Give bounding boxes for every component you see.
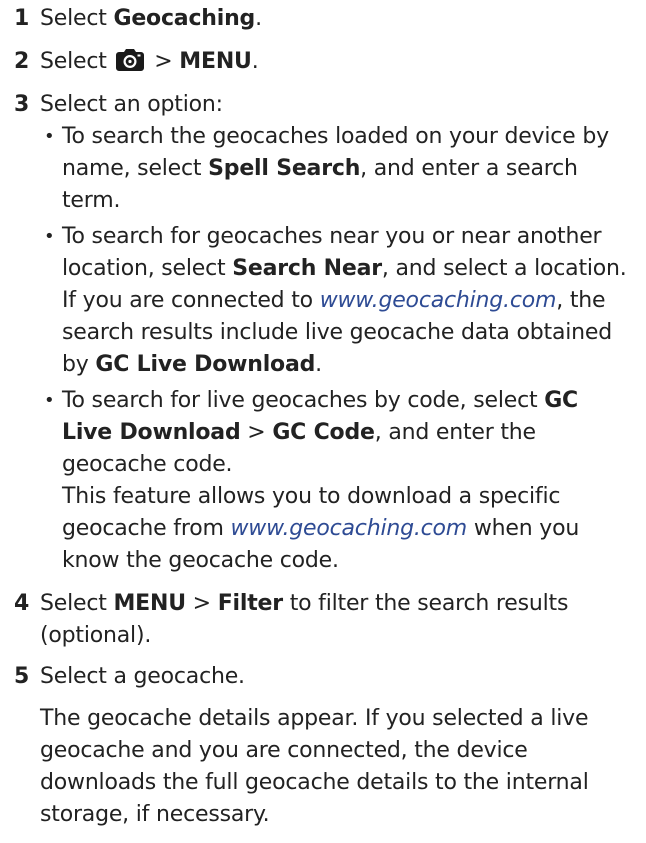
- step-1: 1 Select Geocaching.: [14, 3, 632, 35]
- step-number: 1: [14, 6, 30, 31]
- step-3: 3 Select an option: • To search the geoc…: [14, 89, 632, 577]
- bullet-icon: •: [44, 126, 55, 147]
- step-number: 5: [14, 664, 30, 689]
- ui-label-menu: MENU: [113, 591, 186, 616]
- option-gc-code: • To search for live geocaches by code, …: [40, 385, 632, 577]
- geocaching-link[interactable]: www.geocaching.com: [320, 288, 557, 313]
- step-number: 3: [14, 92, 30, 117]
- option-note: If you are connected to www.geocaching.c…: [62, 288, 612, 377]
- step-4: 4 Select MENU > Filter to filter the sea…: [14, 588, 632, 652]
- ui-label-menu: MENU: [179, 49, 252, 74]
- result-paragraph: The geocache details appear. If you sele…: [40, 706, 589, 827]
- step-5: 5 Select a geocache. The geocache detail…: [14, 661, 632, 831]
- ui-label-geocaching: Geocaching: [113, 6, 256, 31]
- ui-label-gc-code: GC Code: [272, 420, 375, 445]
- bullet-icon: •: [44, 226, 55, 247]
- option-note: This feature allows you to download a sp…: [62, 484, 580, 573]
- geocaching-link[interactable]: www.geocaching.com: [231, 516, 468, 541]
- ui-label-gc-live-download: GC Live Download: [95, 352, 316, 377]
- bullet-icon: •: [44, 390, 55, 411]
- geocache-camera-icon: [115, 47, 145, 73]
- option-spell-search: • To search the geocaches loaded on your…: [40, 121, 632, 217]
- step-2: 2 Select > MENU.: [14, 46, 632, 78]
- option-list: • To search the geocaches loaded on your…: [40, 121, 632, 577]
- ui-label-search-near: Search Near: [232, 256, 382, 281]
- instructions-page: 1 Select Geocaching. 2 Select > MENU. 3 …: [0, 0, 646, 843]
- ui-label-spell-search: Spell Search: [208, 156, 361, 181]
- step-number: 2: [14, 49, 30, 74]
- option-search-near: • To search for geocaches near you or ne…: [40, 221, 632, 381]
- step-number: 4: [14, 591, 30, 616]
- ui-label-gc-live-download: To search for live geocaches by code, se…: [62, 388, 545, 413]
- ui-label-filter: Filter: [217, 591, 283, 616]
